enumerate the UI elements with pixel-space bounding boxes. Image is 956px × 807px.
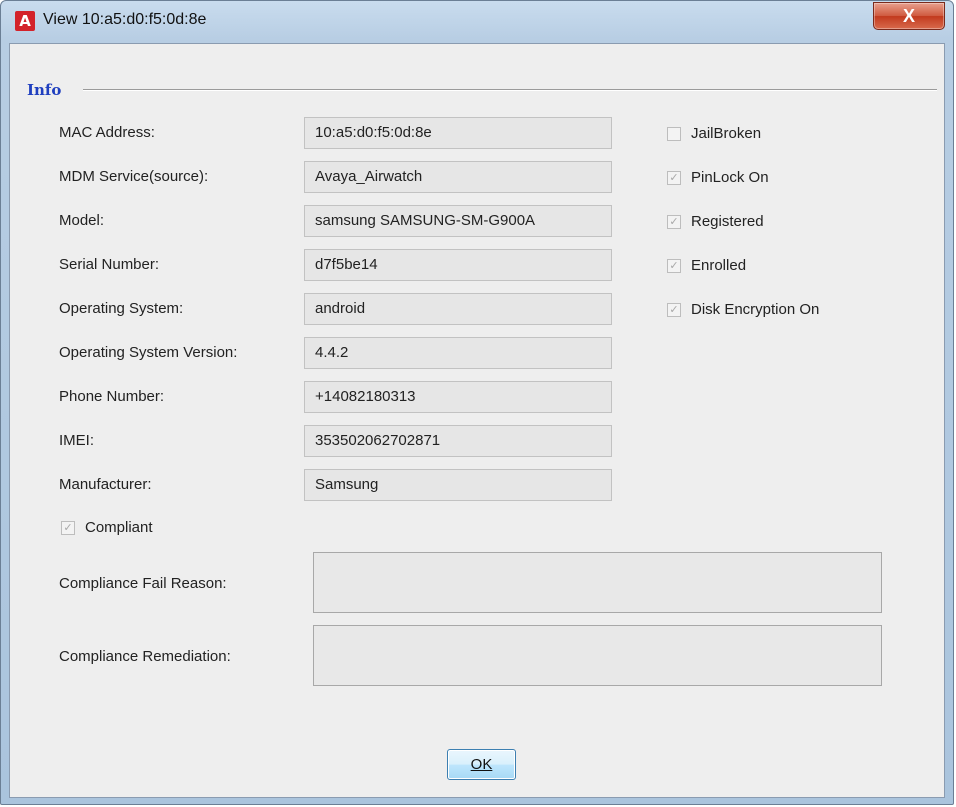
compliant-checkbox-row[interactable]: ✓ Compliant	[61, 519, 153, 536]
jailbroken-label: JailBroken	[691, 125, 762, 142]
disk-encryption-label: Disk Encryption On	[691, 301, 820, 318]
os-version-label: Operating System Version:	[59, 344, 238, 361]
app-logo-icon: A	[15, 11, 35, 31]
ok-button[interactable]: OK	[447, 749, 516, 780]
mdm-service-label: MDM Service(source):	[59, 168, 209, 185]
serial-number-label: Serial Number:	[59, 256, 160, 273]
info-group-header: Info	[27, 81, 62, 99]
operating-system-field[interactable]: android	[304, 293, 612, 325]
dialog-window: A View 10:a5:d0:f5:0d:8e X Info MAC Addr…	[0, 0, 954, 805]
registered-checkbox[interactable]: ✓	[667, 214, 681, 229]
registered-label: Registered	[691, 213, 764, 230]
window-title: View 10:a5:d0:f5:0d:8e	[43, 11, 207, 28]
disk-encryption-checkbox-row[interactable]: ✓ Disk Encryption On	[667, 301, 819, 318]
manufacturer-label: Manufacturer:	[59, 476, 152, 493]
disk-encryption-checkbox[interactable]: ✓	[667, 302, 681, 317]
pinlock-label: PinLock On	[691, 169, 769, 186]
phone-number-field[interactable]: +14082180313	[304, 381, 612, 413]
model-field[interactable]: samsung SAMSUNG-SM-G900A	[304, 205, 612, 237]
serial-number-field[interactable]: d7f5be14	[304, 249, 612, 281]
imei-label: IMEI:	[59, 432, 95, 449]
ok-button-label: OK	[470, 756, 493, 773]
title-bar[interactable]: A View 10:a5:d0:f5:0d:8e X	[1, 1, 953, 43]
phone-number-label: Phone Number:	[59, 388, 165, 405]
manufacturer-field[interactable]: Samsung	[304, 469, 612, 501]
compliance-remediation-field[interactable]	[313, 625, 882, 686]
enrolled-checkbox-row[interactable]: ✓ Enrolled	[667, 257, 746, 274]
compliant-checkbox[interactable]: ✓	[61, 520, 75, 535]
info-group-divider	[83, 89, 937, 91]
registered-checkbox-row[interactable]: ✓ Registered	[667, 213, 764, 230]
model-label: Model:	[59, 212, 105, 229]
jailbroken-checkbox-row[interactable]: JailBroken	[667, 125, 761, 142]
enrolled-label: Enrolled	[691, 257, 747, 274]
mac-address-label: MAC Address:	[59, 124, 155, 141]
operating-system-label: Operating System:	[59, 300, 184, 317]
mdm-service-field[interactable]: Avaya_Airwatch	[304, 161, 612, 193]
compliance-fail-reason-field[interactable]	[313, 552, 882, 613]
imei-field[interactable]: 353502062702871	[304, 425, 612, 457]
close-icon: X	[902, 5, 915, 26]
compliant-label: Compliant	[85, 519, 153, 536]
pinlock-checkbox-row[interactable]: ✓ PinLock On	[667, 169, 769, 186]
compliance-remediation-label: Compliance Remediation:	[59, 648, 231, 665]
compliance-fail-reason-label: Compliance Fail Reason:	[59, 575, 227, 592]
mac-address-field[interactable]: 10:a5:d0:f5:0d:8e	[304, 117, 612, 149]
jailbroken-checkbox[interactable]	[667, 126, 681, 141]
enrolled-checkbox[interactable]: ✓	[667, 258, 681, 273]
os-version-field[interactable]: 4.4.2	[304, 337, 612, 369]
pinlock-checkbox[interactable]: ✓	[667, 170, 681, 185]
close-button[interactable]: X	[873, 2, 945, 30]
